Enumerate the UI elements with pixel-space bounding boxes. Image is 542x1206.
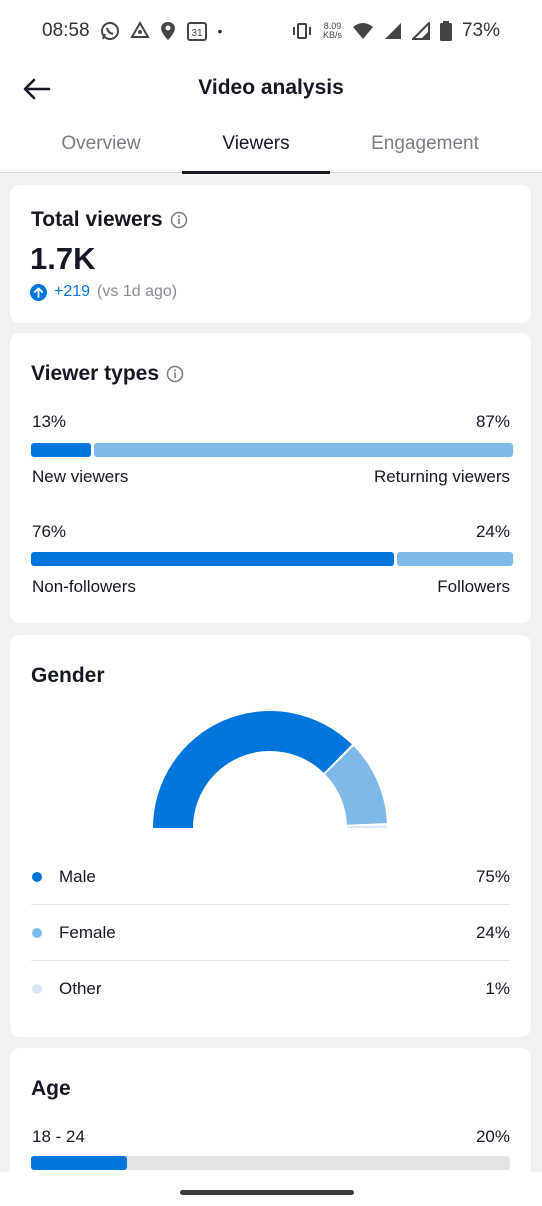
arrow-up-circle-icon: [30, 283, 47, 301]
followers-label: Followers: [437, 577, 510, 596]
app-bar: Video analysis: [0, 62, 542, 114]
female-dot: [32, 927, 42, 938]
tab-viewers[interactable]: Viewers: [182, 114, 330, 174]
legend-row-male: Male 75%: [31, 849, 510, 905]
back-arrow-icon: [23, 78, 51, 100]
viewer-types-heading: Viewer types: [31, 362, 184, 386]
total-viewers-card: Total viewers 1.7K +219 (vs 1d ago): [10, 185, 531, 323]
whatsapp-icon: [100, 21, 120, 41]
total-viewers-title: Total viewers: [31, 208, 163, 231]
back-button[interactable]: [20, 72, 54, 106]
gender-slice-other: [346, 825, 387, 828]
followers-bar: [397, 552, 513, 566]
wifi-icon: [352, 22, 374, 40]
tab-overview-label: Overview: [61, 132, 141, 154]
tab-bar: Overview Viewers Engagement: [0, 114, 542, 174]
new-viewers-bar: [31, 443, 91, 457]
age-title: Age: [31, 1077, 71, 1100]
total-viewers-heading: Total viewers: [31, 208, 188, 232]
female-label: Female: [59, 922, 116, 942]
viewer-types-card: Viewer types 13% 87% New viewers Returni…: [10, 333, 531, 623]
age-range-label: 18 - 24: [32, 1127, 85, 1146]
tab-engagement[interactable]: Engagement: [345, 114, 505, 173]
male-value: 75%: [475, 866, 510, 886]
legend-row-other: Other 1%: [31, 961, 510, 1017]
calendar-day: 31: [191, 28, 203, 39]
signal-icon-2: [411, 22, 430, 40]
returning-viewers-percent: 87%: [475, 412, 510, 431]
delta-value: +219: [54, 283, 91, 300]
net-speed: 8.09 KB/s: [323, 22, 342, 40]
non-followers-bar: [31, 552, 394, 566]
gender-slice-male: [153, 711, 352, 828]
other-label: Other: [59, 979, 102, 998]
returning-viewers-label: Returning viewers: [373, 467, 510, 486]
new-viewers-percent: 13%: [32, 412, 67, 431]
airtel-icon: [129, 21, 150, 41]
total-viewers-delta: +219 (vs 1d ago): [30, 283, 177, 301]
calendar-icon: 31: [186, 20, 208, 42]
battery-icon: [439, 21, 452, 41]
info-icon[interactable]: [166, 365, 184, 383]
battery-percent: 73%: [461, 20, 500, 41]
delta-note: (vs 1d ago): [97, 283, 178, 300]
info-icon[interactable]: [170, 211, 188, 229]
home-indicator[interactable]: [180, 1190, 354, 1195]
female-value: 24%: [475, 922, 510, 942]
returning-viewers-bar: [94, 443, 513, 457]
gender-card: Gender Male 75% Female 24% Other 1%: [10, 635, 531, 1037]
legend-row-female: Female 24%: [31, 905, 510, 961]
other-dot: [32, 984, 42, 994]
tab-engagement-label: Engagement: [371, 132, 479, 154]
tab-overview[interactable]: Overview: [28, 114, 174, 173]
non-followers-label: Non-followers: [32, 577, 136, 596]
new-viewers-label: New viewers: [32, 467, 129, 486]
signal-icon-1: [384, 22, 402, 40]
age-bar-fill: [31, 1156, 127, 1170]
total-viewers-value: 1.7K: [30, 241, 96, 276]
age-card: Age 18 - 24 20%: [10, 1048, 531, 1188]
status-right: 8.09 KB/s 73%: [291, 20, 500, 42]
location-pin-icon: [160, 21, 176, 41]
vibrate-icon: [291, 22, 313, 40]
active-tab-indicator: [182, 171, 330, 174]
tab-viewers-label: Viewers: [222, 132, 290, 154]
followers-percent: 24%: [475, 522, 510, 541]
status-left: 08:58 31 •: [42, 20, 222, 42]
male-dot: [32, 871, 42, 882]
status-time: 08:58: [42, 20, 90, 41]
viewer-types-title: Viewer types: [31, 362, 160, 385]
net-speed-unit: KB/s: [322, 30, 342, 40]
non-followers-percent: 76%: [32, 522, 67, 541]
age-range-value: 20%: [475, 1127, 510, 1146]
male-label: Male: [59, 866, 96, 886]
other-value: 1%: [485, 979, 510, 998]
navigation-bar: [0, 1172, 542, 1206]
gender-half-donut-chart: [153, 711, 387, 828]
page-title: Video analysis: [198, 76, 344, 99]
status-bar: 08:58 31 • 8.09 KB/s 73%: [0, 0, 542, 62]
status-dot: •: [217, 23, 223, 39]
